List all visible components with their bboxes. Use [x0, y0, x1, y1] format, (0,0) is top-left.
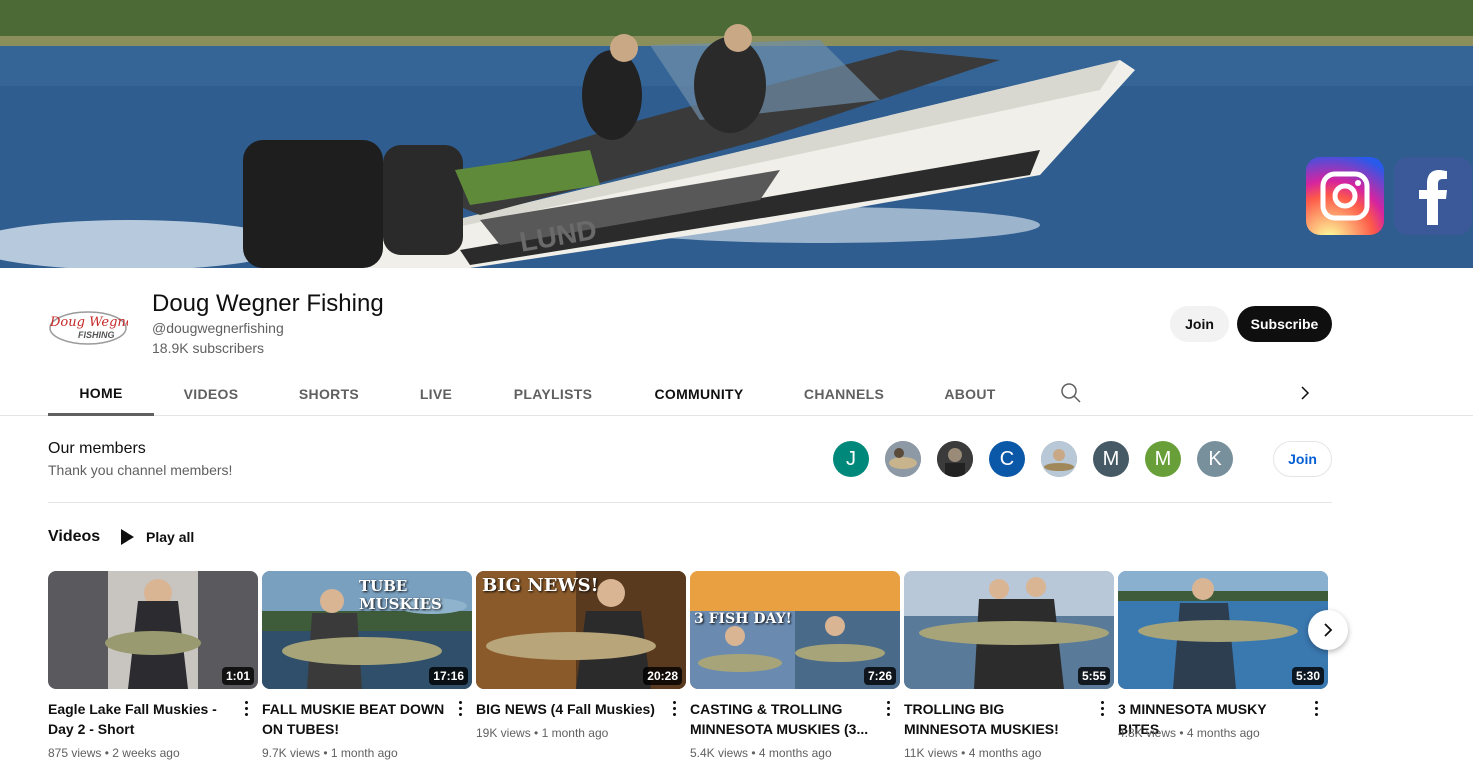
member-avatar[interactable]: M — [1093, 441, 1129, 477]
tab-shorts[interactable]: SHORTS — [284, 372, 374, 416]
video-meta: 11K views • 4 months ago — [904, 746, 1042, 760]
video-thumbnail[interactable]: 1:01 — [48, 571, 258, 689]
videos-section-title: Videos — [48, 528, 101, 545]
thumbnail-text: TUBE MUSKIES — [359, 577, 442, 613]
video-card[interactable]: 1:01 Eagle Lake Fall Muskies - Day 2 - S… — [48, 571, 258, 760]
member-avatar[interactable]: K — [1197, 441, 1233, 477]
facebook-icon[interactable] — [1394, 157, 1472, 235]
tab-channels[interactable]: CHANNELS — [790, 372, 898, 416]
instagram-icon[interactable] — [1306, 157, 1384, 235]
subscribe-button[interactable]: Subscribe — [1237, 306, 1332, 342]
member-avatar[interactable] — [885, 441, 921, 477]
video-duration: 7:26 — [863, 667, 896, 685]
search-icon[interactable] — [1059, 381, 1083, 405]
video-thumbnail[interactable]: TUBE MUSKIES 17:16 — [262, 571, 472, 689]
video-duration: 5:30 — [1291, 667, 1324, 685]
subscriber-count: 18.9K subscribers — [152, 340, 265, 356]
play-all-button[interactable]: Play all — [116, 526, 194, 548]
video-card[interactable]: 5:30 3 MINNESOTA MUSKY BITES 4.8K views … — [1118, 571, 1328, 740]
more-options-icon[interactable] — [1310, 697, 1322, 719]
video-card[interactable]: 3 FISH DAY! 7:26 CASTING & TROLLING MINN… — [690, 571, 900, 760]
join-button[interactable]: Join — [1170, 306, 1229, 342]
tab-about[interactable]: ABOUT — [930, 372, 1010, 416]
chevron-right-icon[interactable] — [1293, 381, 1317, 405]
section-divider — [48, 502, 1332, 503]
members-join-button[interactable]: Join — [1273, 441, 1332, 477]
more-options-icon[interactable] — [240, 697, 252, 719]
video-title[interactable]: Eagle Lake Fall Muskies - Day 2 - Short — [48, 699, 234, 739]
svg-text:Doug Wegner: Doug Wegner — [49, 315, 128, 330]
member-avatar[interactable]: M — [1145, 441, 1181, 477]
more-options-icon[interactable] — [882, 697, 894, 719]
more-options-icon[interactable] — [1096, 697, 1108, 719]
svg-text:FISHING: FISHING — [78, 330, 115, 340]
thumbnail-text: 3 FISH DAY! — [694, 611, 792, 627]
video-card[interactable]: BIG NEWS! 20:28 BIG NEWS (4 Fall Muskies… — [476, 571, 686, 740]
carousel-next-button[interactable] — [1308, 610, 1348, 650]
video-meta: 4.8K views • 4 months ago — [1118, 726, 1260, 740]
members-title: Our members — [48, 440, 146, 457]
member-avatar[interactable] — [937, 441, 973, 477]
channel-logo[interactable]: Doug Wegner FISHING — [48, 290, 140, 360]
video-thumbnail[interactable]: 5:55 — [904, 571, 1114, 689]
video-duration: 20:28 — [643, 667, 682, 685]
video-thumbnail[interactable]: 3 FISH DAY! 7:26 — [690, 571, 900, 689]
member-avatar[interactable]: C — [989, 441, 1025, 477]
tab-videos[interactable]: VIDEOS — [170, 372, 252, 416]
video-thumbnail[interactable]: BIG NEWS! 20:28 — [476, 571, 686, 689]
video-meta: 9.7K views • 1 month ago — [262, 746, 398, 760]
video-duration: 5:55 — [1077, 667, 1110, 685]
member-avatar[interactable] — [1041, 441, 1077, 477]
play-icon — [121, 529, 134, 545]
video-title[interactable]: BIG NEWS (4 Fall Muskies) — [476, 699, 662, 719]
video-thumbnail[interactable]: 5:30 — [1118, 571, 1328, 689]
video-duration: 17:16 — [429, 667, 468, 685]
more-options-icon[interactable] — [668, 697, 680, 719]
video-title[interactable]: TROLLING BIG MINNESOTA MUSKIES! — [904, 699, 1090, 739]
video-duration: 1:01 — [221, 667, 254, 685]
video-title[interactable]: CASTING & TROLLING MINNESOTA MUSKIES (3.… — [690, 699, 876, 739]
tab-home[interactable]: HOME — [48, 372, 154, 416]
tab-live[interactable]: LIVE — [406, 372, 466, 416]
banner-image: LUND — [0, 0, 1473, 268]
video-card[interactable]: TUBE MUSKIES 17:16 FALL MUSKIE BEAT DOWN… — [262, 571, 472, 760]
channel-banner: LUND — [0, 0, 1473, 268]
thumbnail-text: BIG NEWS! — [482, 575, 599, 596]
video-meta: 19K views • 1 month ago — [476, 726, 609, 740]
video-title[interactable]: FALL MUSKIE BEAT DOWN ON TUBES! — [262, 699, 448, 739]
channel-name: Doug Wegner Fishing — [152, 290, 384, 317]
channel-handle: @dougwegnerfishing — [152, 320, 284, 336]
play-all-label: Play all — [146, 529, 195, 545]
more-options-icon[interactable] — [454, 697, 466, 719]
video-meta: 5.4K views • 4 months ago — [690, 746, 832, 760]
channel-tabs: HOME VIDEOS SHORTS LIVE PLAYLISTS COMMUN… — [0, 372, 1473, 416]
tab-community[interactable]: COMMUNITY — [640, 372, 758, 416]
tab-playlists[interactable]: PLAYLISTS — [498, 372, 608, 416]
member-avatar[interactable]: J — [833, 441, 869, 477]
chevron-right-icon — [1324, 623, 1333, 637]
members-subtitle: Thank you channel members! — [48, 462, 233, 478]
video-card[interactable]: 5:55 TROLLING BIG MINNESOTA MUSKIES! 11K… — [904, 571, 1114, 760]
video-meta: 875 views • 2 weeks ago — [48, 746, 180, 760]
